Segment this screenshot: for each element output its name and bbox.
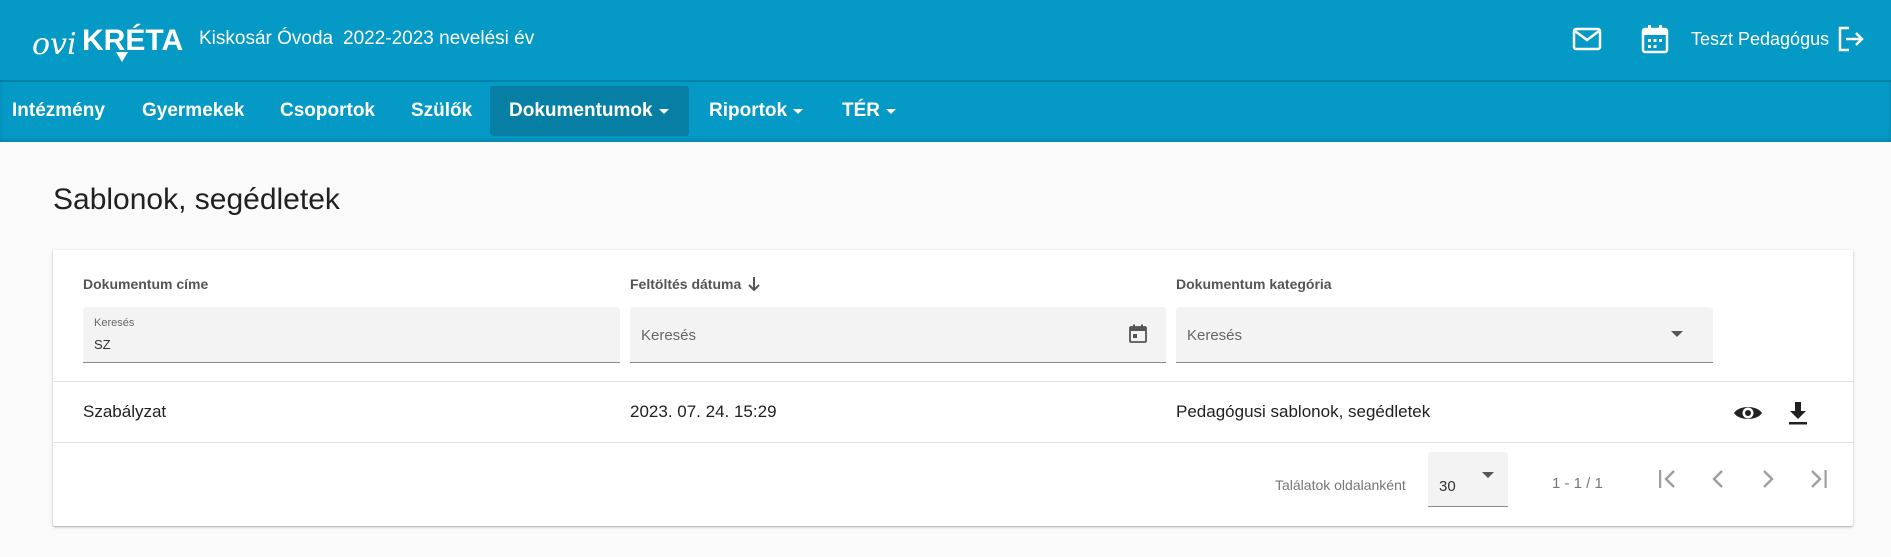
date-search-input[interactable]: Keresés	[630, 307, 1166, 363]
download-icon[interactable]	[1783, 398, 1813, 428]
nav-item-intezmeny[interactable]: Intézmény	[12, 86, 105, 136]
user-name[interactable]: Teszt Pedagógus	[1691, 29, 1829, 50]
first-page-icon[interactable]	[1653, 464, 1683, 494]
page-size-select[interactable]: 30	[1428, 452, 1508, 507]
row-category: Pedagógusi sablonok, segédletek	[1176, 402, 1431, 421]
calendar-icon[interactable]	[1638, 22, 1672, 56]
documents-table: Dokumentum címe Feltöltés dátuma Dokumen…	[53, 250, 1853, 526]
nav-item-ter[interactable]: TÉR	[842, 86, 896, 136]
nav-item-csoportok[interactable]: Csoportok	[280, 86, 375, 136]
column-header-title[interactable]: Dokumentum címe	[83, 276, 208, 292]
school-year: 2022-2023 nevelési év	[343, 28, 535, 49]
mail-icon[interactable]	[1570, 22, 1604, 56]
chevron-down-icon	[886, 108, 896, 114]
column-header-date[interactable]: Feltöltés dátuma	[630, 276, 761, 292]
svg-text:ovi: ovi	[32, 27, 77, 62]
top-bar: ovi KRÉTA Kiskosár Óvoda 2022-2023 nevel…	[0, 0, 1891, 80]
row-title: Szabályzat	[83, 402, 167, 421]
logo-text: KRÉTA	[82, 23, 183, 57]
arrow-down-icon	[747, 276, 761, 292]
chevron-down-icon	[1482, 472, 1494, 478]
page-title: Sablonok, segédletek	[53, 183, 340, 216]
chevron-down-icon	[793, 108, 804, 114]
school-name: Kiskosár Óvoda	[199, 28, 334, 49]
main-nav: Intézmény Gyermekek Csoportok Szülők Dok…	[0, 80, 1891, 142]
calendar-icon[interactable]	[1128, 324, 1148, 349]
chevron-down-icon	[658, 108, 669, 114]
column-header-category[interactable]: Dokumentum kategória	[1176, 276, 1332, 292]
nav-item-dokumentumok[interactable]: Dokumentumok	[490, 86, 689, 136]
nav-item-szulok[interactable]: Szülők	[411, 86, 472, 136]
divider	[53, 442, 1853, 443]
chevron-down-icon	[1671, 331, 1683, 337]
row-date: 2023. 07. 24. 15:29	[630, 402, 777, 421]
eye-icon[interactable]	[1733, 398, 1763, 428]
logout-icon[interactable]	[1834, 22, 1868, 56]
ovikreta-logo[interactable]: ovi KRÉTA	[30, 10, 184, 66]
previous-page-icon[interactable]	[1703, 464, 1733, 494]
nav-item-riportok[interactable]: Riportok	[709, 86, 804, 136]
category-select[interactable]: Keresés	[1176, 307, 1713, 363]
last-page-icon[interactable]	[1803, 464, 1833, 494]
next-page-icon[interactable]	[1753, 464, 1783, 494]
title-search-input[interactable]: Keresés SZ	[83, 307, 620, 363]
page-size-label: Találatok oldalanként	[1275, 477, 1406, 493]
divider	[53, 381, 1853, 382]
pagination-range: 1 - 1 / 1	[1552, 475, 1603, 492]
nav-item-gyermekek[interactable]: Gyermekek	[142, 86, 244, 136]
